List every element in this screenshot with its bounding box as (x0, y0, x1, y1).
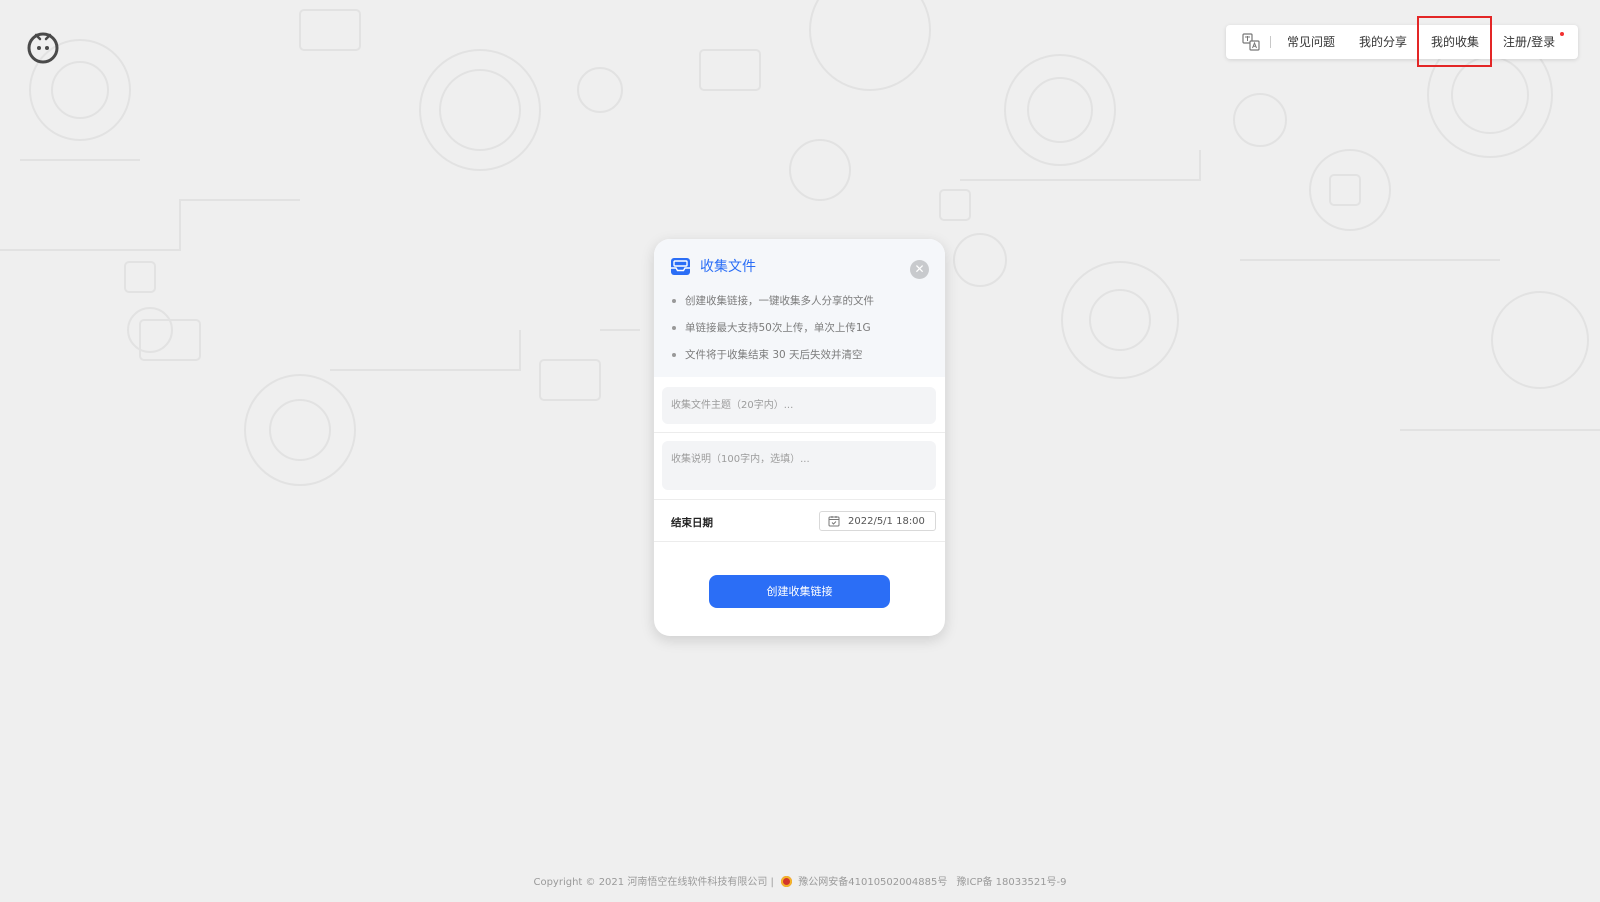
nav-divider (1270, 36, 1271, 48)
nav-register-login-label: 注册/登录 (1503, 35, 1556, 49)
end-date-label: 结束日期 (671, 517, 713, 529)
create-collection-link-button[interactable]: 创建收集链接 (709, 575, 890, 608)
footer-icp-record[interactable]: 豫ICP备 18033521号-9 (957, 877, 1067, 888)
collection-description-input[interactable] (662, 441, 936, 490)
divider (654, 541, 945, 542)
card-title-row: 收集文件 (670, 256, 756, 276)
nav-my-collections[interactable]: 我的收集 (1419, 25, 1491, 59)
notification-dot (1560, 32, 1565, 36)
end-date-picker[interactable]: 2022/5/1 18:00 (819, 511, 936, 531)
calendar-icon (828, 516, 840, 527)
feature-item: 文件将于收集结束 30 天后失效并清空 (672, 347, 874, 374)
collection-topic-input[interactable] (662, 387, 936, 424)
divider (654, 432, 945, 433)
collect-file-card: 收集文件 ✕ 创建收集链接，一键收集多人分享的文件 单链接最大支持50次上传，单… (654, 239, 945, 636)
feature-item: 创建收集链接，一键收集多人分享的文件 (672, 293, 874, 320)
inbox-icon (671, 257, 690, 275)
translate-button[interactable] (1234, 25, 1268, 59)
nav-my-shares[interactable]: 我的分享 (1347, 25, 1419, 59)
logo-icon[interactable] (26, 30, 60, 64)
card-title: 收集文件 (700, 259, 756, 275)
feature-list: 创建收集链接，一键收集多人分享的文件 单链接最大支持50次上传，单次上传1G 文… (672, 293, 874, 374)
card-header: 收集文件 ✕ 创建收集链接，一键收集多人分享的文件 单链接最大支持50次上传，单… (654, 239, 945, 377)
divider (654, 499, 945, 500)
translate-icon (1242, 33, 1260, 51)
footer: Copyright © 2021 河南悟空在线软件科技有限公司 | 豫公网安备4… (0, 873, 1600, 888)
close-button[interactable]: ✕ (910, 260, 929, 279)
nav-register-login[interactable]: 注册/登录 (1491, 25, 1567, 59)
feature-item: 单链接最大支持50次上传，单次上传1G (672, 320, 874, 347)
close-icon: ✕ (914, 262, 925, 276)
nav-faq[interactable]: 常见问题 (1279, 25, 1347, 59)
footer-copyright: Copyright © 2021 河南悟空在线软件科技有限公司 | (533, 877, 774, 888)
footer-police-record[interactable]: 豫公网安备41010502004885号 (798, 877, 947, 888)
top-nav: 常见问题 我的分享 我的收集 注册/登录 (1226, 25, 1578, 59)
end-date-value: 2022/5/1 18:00 (848, 515, 925, 527)
police-badge-icon (781, 876, 793, 887)
